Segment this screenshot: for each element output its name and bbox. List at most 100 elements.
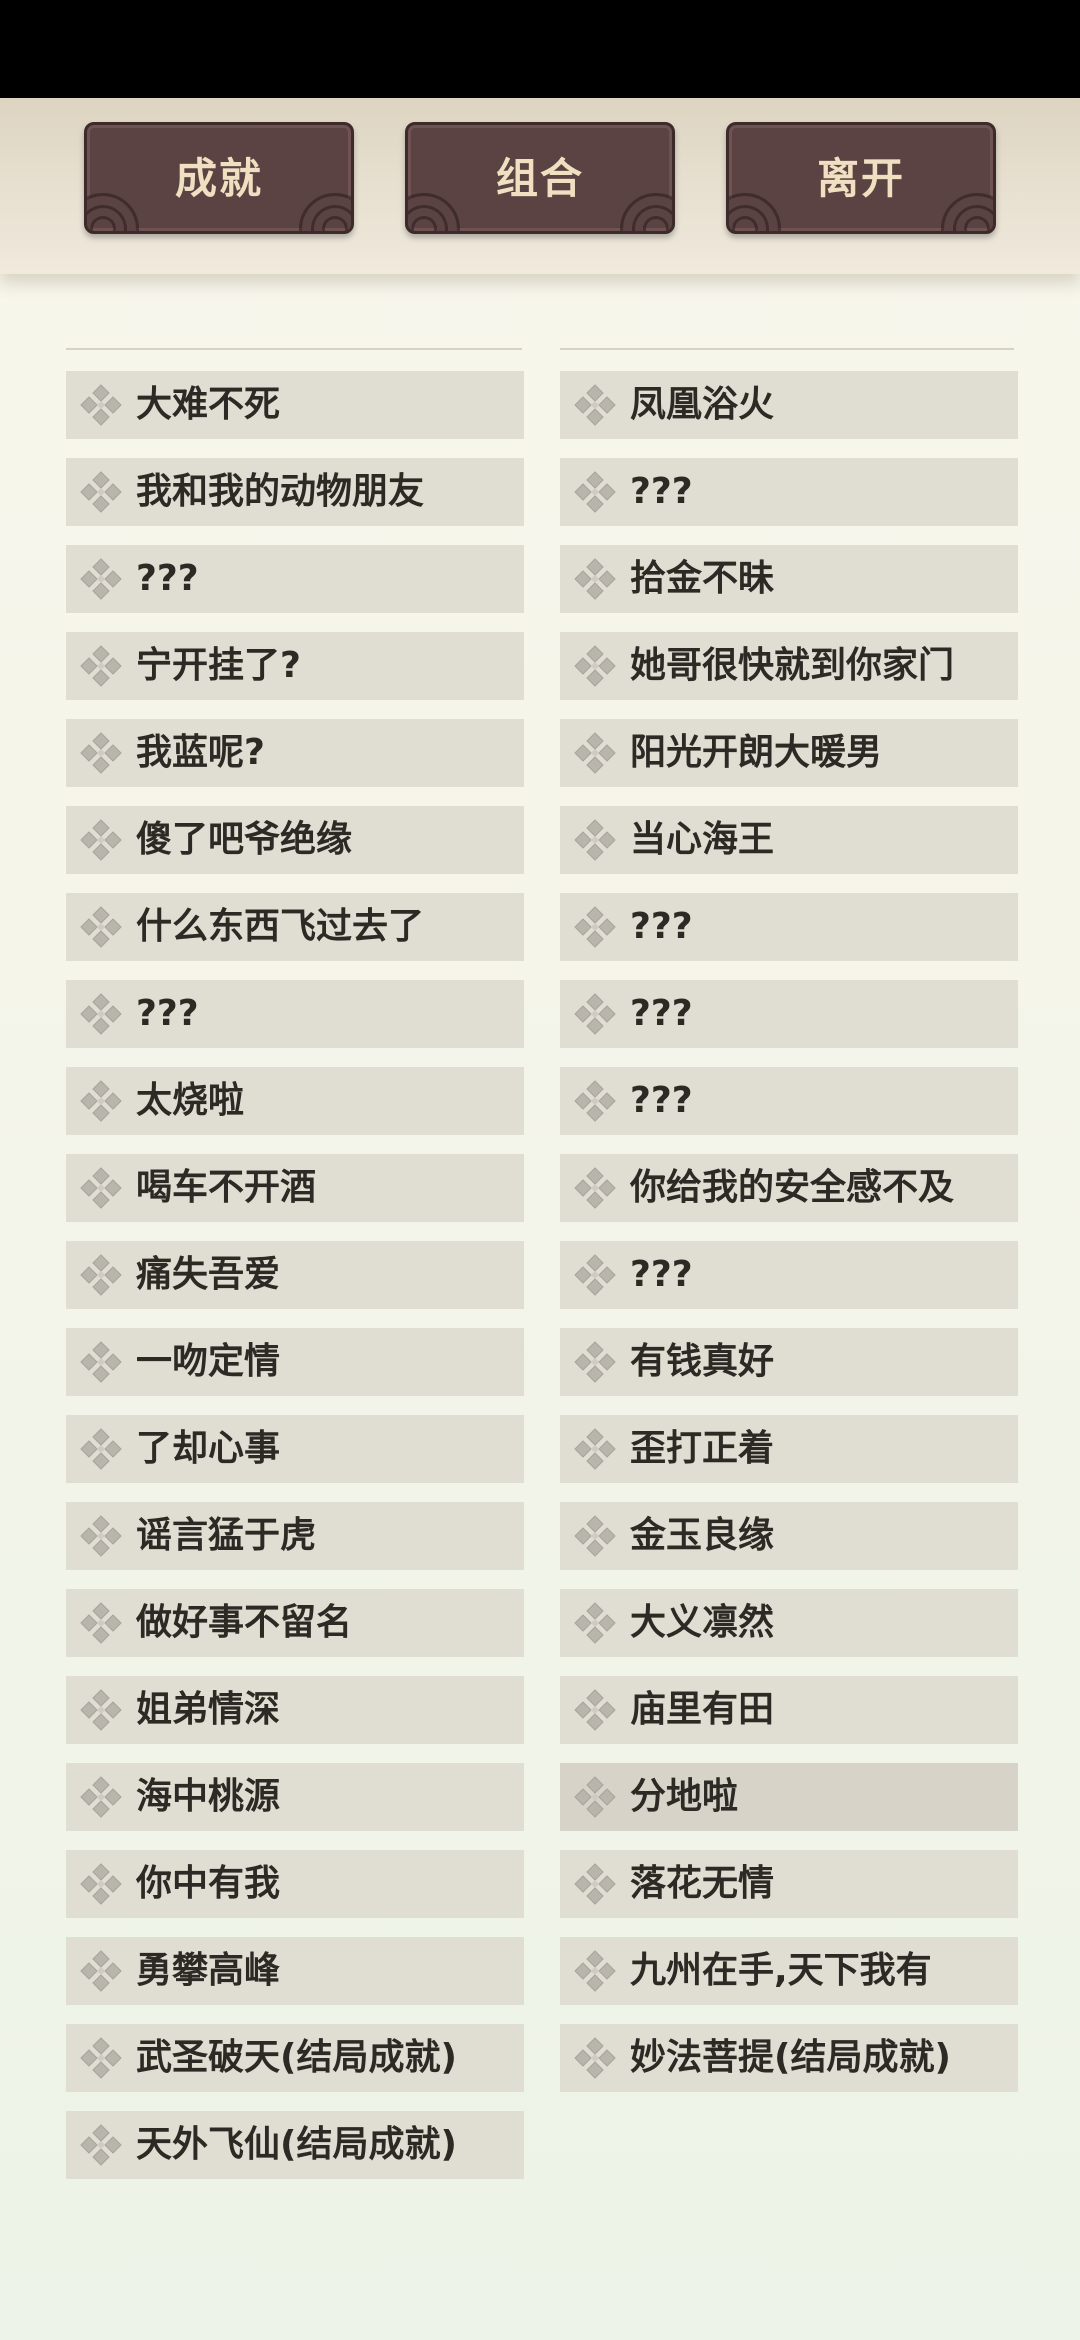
achievement-label: 太烧啦 — [136, 1080, 245, 1121]
achievement-item[interactable]: 勇攀高峰 — [66, 1937, 524, 2005]
achievement-label: 天外飞仙(结局成就) — [136, 2124, 457, 2165]
achievement-label: 痛失吾爱 — [136, 1254, 281, 1295]
combination-button[interactable]: 组合 — [405, 122, 675, 234]
achievement-item[interactable]: 一吻定情 — [66, 1328, 524, 1396]
achievement-item[interactable]: ??? — [66, 980, 524, 1048]
diamond-cluster-icon — [78, 817, 124, 863]
achievement-label: 庙里有田 — [630, 1689, 775, 1730]
achievement-item[interactable]: 太烧啦 — [66, 1067, 524, 1135]
achievement-item[interactable]: 我和我的动物朋友 — [66, 458, 524, 526]
achievement-item[interactable]: ??? — [560, 980, 1018, 1048]
achievement-item[interactable]: 落花无情 — [560, 1850, 1018, 1918]
achievement-item[interactable]: 喝车不开酒 — [66, 1154, 524, 1222]
achievement-label: 歪打正着 — [630, 1428, 775, 1469]
achievement-item[interactable]: ??? — [560, 1241, 1018, 1309]
achievement-label: 你给我的安全感不及 — [630, 1167, 955, 1208]
diamond-cluster-icon — [572, 904, 618, 950]
achievement-label: 我和我的动物朋友 — [136, 471, 425, 512]
achievement-item[interactable]: 妙法菩提(结局成就) — [560, 2024, 1018, 2092]
achievement-item[interactable]: 天外飞仙(结局成就) — [66, 2111, 524, 2179]
achievement-label: 大义凛然 — [630, 1602, 775, 1643]
diamond-cluster-icon — [572, 1600, 618, 1646]
achievement-item[interactable]: 你中有我 — [66, 1850, 524, 1918]
diamond-cluster-icon — [572, 1165, 618, 1211]
diamond-cluster-icon — [78, 1600, 124, 1646]
achievement-label: ??? — [136, 558, 199, 599]
diamond-cluster-icon — [78, 1687, 124, 1733]
achievement-label: 有钱真好 — [630, 1341, 775, 1382]
achievement-item[interactable]: ??? — [560, 458, 1018, 526]
achievement-label: ??? — [630, 471, 693, 512]
achievement-label: 海中桃源 — [136, 1776, 281, 1817]
achievement-item[interactable]: 有钱真好 — [560, 1328, 1018, 1396]
diamond-cluster-icon — [78, 1861, 124, 1907]
achievement-item[interactable]: 武圣破天(结局成就) — [66, 2024, 524, 2092]
achievement-label: ??? — [630, 1254, 693, 1295]
diamond-cluster-icon — [572, 1078, 618, 1124]
achievement-item[interactable]: 当心海王 — [560, 806, 1018, 874]
achievement-label: 你中有我 — [136, 1863, 281, 1904]
status-bar — [0, 0, 1080, 98]
diamond-cluster-icon — [78, 1426, 124, 1472]
achievement-item[interactable]: 九州在手,天下我有 — [560, 1937, 1018, 2005]
achievement-label: 九州在手,天下我有 — [630, 1950, 932, 1991]
diamond-cluster-icon — [572, 1687, 618, 1733]
achievement-item[interactable]: 歪打正着 — [560, 1415, 1018, 1483]
achievement-item[interactable]: 分地啦 — [560, 1763, 1018, 1831]
achievement-label: 落花无情 — [630, 1863, 775, 1904]
achievement-item[interactable]: ??? — [560, 1067, 1018, 1135]
diamond-cluster-icon — [78, 2122, 124, 2168]
diamond-cluster-icon — [78, 469, 124, 515]
diamond-cluster-icon — [78, 556, 124, 602]
achievement-label: 金玉良缘 — [630, 1515, 775, 1556]
achievement-item[interactable]: 大义凛然 — [560, 1589, 1018, 1657]
achievement-item[interactable]: 傻了吧爷绝缘 — [66, 806, 524, 874]
achievement-label: 喝车不开酒 — [136, 1167, 317, 1208]
list-divider — [66, 348, 522, 350]
diamond-cluster-icon — [78, 1513, 124, 1559]
diamond-cluster-icon — [572, 469, 618, 515]
diamond-cluster-icon — [572, 730, 618, 776]
achievement-item[interactable]: 大难不死 — [66, 371, 524, 439]
achievement-label: 做好事不留名 — [136, 1602, 353, 1643]
achievement-item[interactable]: ??? — [66, 545, 524, 613]
achievement-item[interactable]: 姐弟情深 — [66, 1676, 524, 1744]
achievement-item[interactable]: 了却心事 — [66, 1415, 524, 1483]
wave-ornament — [729, 193, 781, 231]
wave-ornament — [941, 193, 993, 231]
diamond-cluster-icon — [78, 730, 124, 776]
diamond-cluster-icon — [78, 1339, 124, 1385]
achievement-item[interactable]: 宁开挂了? — [66, 632, 524, 700]
achievement-item[interactable]: 谣言猛于虎 — [66, 1502, 524, 1570]
diamond-cluster-icon — [78, 1165, 124, 1211]
achievement-item[interactable]: 凤凰浴火 — [560, 371, 1018, 439]
achievement-item[interactable]: 我蓝呢? — [66, 719, 524, 787]
achievement-item[interactable]: 海中桃源 — [66, 1763, 524, 1831]
wave-ornament — [408, 193, 460, 231]
achievement-item[interactable]: 拾金不昧 — [560, 545, 1018, 613]
achievement-item[interactable]: 你给我的安全感不及 — [560, 1154, 1018, 1222]
achievement-label: 勇攀高峰 — [136, 1950, 281, 1991]
leave-button[interactable]: 离开 — [726, 122, 996, 234]
diamond-cluster-icon — [572, 991, 618, 1037]
achievement-label: 当心海王 — [630, 819, 775, 860]
wave-ornament — [87, 193, 139, 231]
achievement-label: ??? — [630, 993, 693, 1034]
achievement-label: 大难不死 — [136, 384, 281, 425]
achievement-item[interactable]: 痛失吾爱 — [66, 1241, 524, 1309]
achievements-button[interactable]: 成就 — [84, 122, 354, 234]
achievement-item[interactable]: 金玉良缘 — [560, 1502, 1018, 1570]
diamond-cluster-icon — [572, 1948, 618, 1994]
diamond-cluster-icon — [78, 991, 124, 1037]
achievement-item[interactable]: 什么东西飞过去了 — [66, 893, 524, 961]
achievement-label: 妙法菩提(结局成就) — [630, 2037, 951, 2078]
diamond-cluster-icon — [572, 1426, 618, 1472]
achievement-item[interactable]: 阳光开朗大暖男 — [560, 719, 1018, 787]
achievement-item[interactable]: 庙里有田 — [560, 1676, 1018, 1744]
diamond-cluster-icon — [572, 817, 618, 863]
achievement-item[interactable]: ??? — [560, 893, 1018, 961]
achievement-item[interactable]: 她哥很快就到你家门 — [560, 632, 1018, 700]
achievement-label: 宁开挂了? — [136, 645, 301, 686]
achievement-item[interactable]: 做好事不留名 — [66, 1589, 524, 1657]
achievement-label: 一吻定情 — [136, 1341, 281, 1382]
